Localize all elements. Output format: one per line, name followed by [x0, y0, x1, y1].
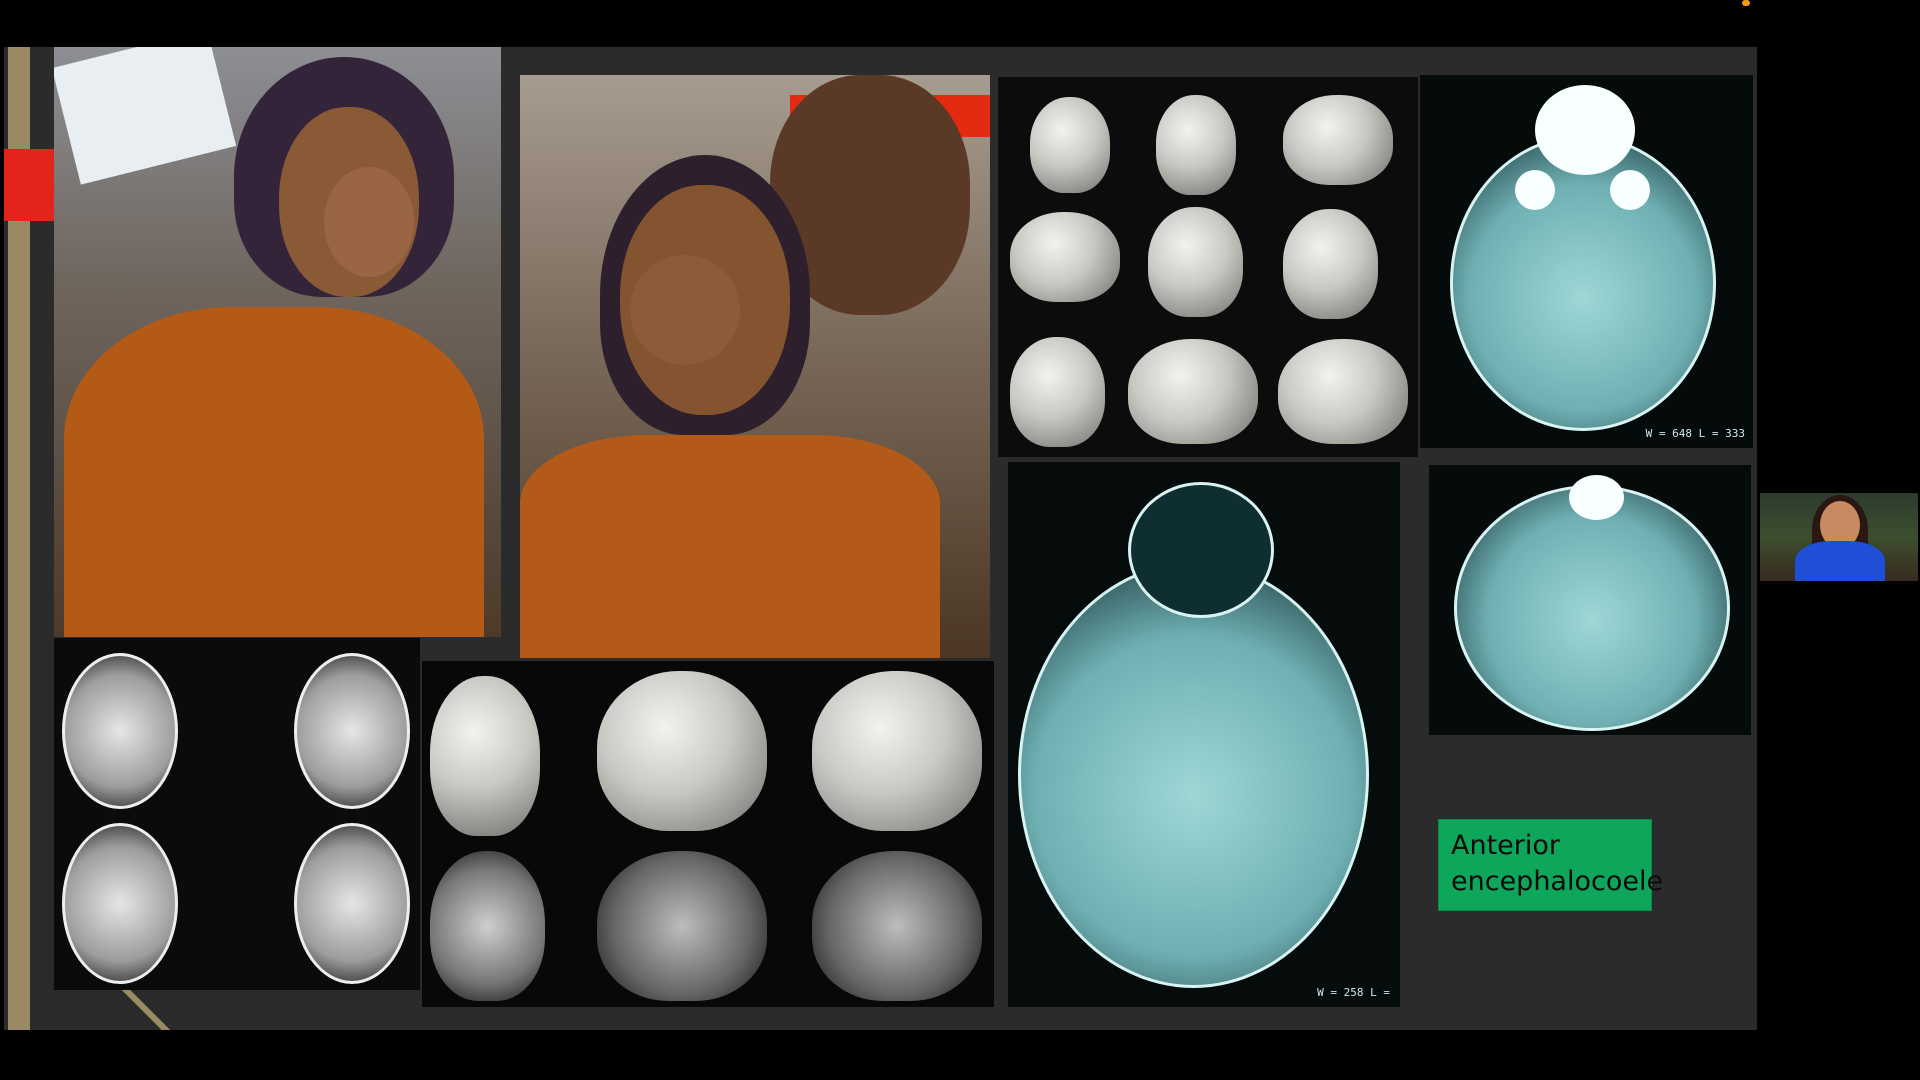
caption-line-2: encephalocoele	[1451, 866, 1664, 897]
skull-render	[1283, 209, 1378, 319]
caption-line-1: Anterior	[1451, 830, 1561, 861]
brain-axial	[1018, 562, 1369, 988]
brain-axial	[62, 823, 178, 984]
mri-axial-large: W = 258 L =	[1008, 462, 1400, 1007]
orbit	[1515, 170, 1555, 210]
presentation-slide: W = 648 L = 333 W = 258 L = Anterior enc…	[4, 47, 1757, 1030]
brain-axial	[62, 653, 178, 809]
skull-render	[812, 851, 982, 1001]
brain-axial	[294, 653, 410, 809]
skull-render	[1278, 339, 1408, 444]
mri-axial-top: W = 648 L = 333	[1420, 75, 1753, 448]
encephalocoele-mass	[1569, 475, 1624, 520]
child-sweater	[520, 435, 940, 658]
child-sweater	[64, 307, 484, 637]
skull-render	[430, 676, 540, 836]
patient-photo-2	[520, 75, 990, 658]
status-dot	[1742, 0, 1750, 6]
mri-axial-small	[1429, 465, 1751, 735]
skull-render	[597, 851, 767, 1001]
encephalocoele-mass	[1128, 482, 1274, 618]
ct-skull-strip	[422, 661, 994, 1007]
skull-render	[1010, 212, 1120, 302]
mri-window-level-meta: W = 258 L =	[1317, 986, 1390, 999]
brain-axial	[294, 823, 410, 984]
patient-photo-1	[54, 47, 501, 637]
presenter-webcam[interactable]	[1760, 493, 1918, 581]
skull-render	[1010, 337, 1105, 447]
facial-mass	[630, 255, 740, 365]
skull-render	[1148, 207, 1243, 317]
facial-mass	[324, 167, 414, 277]
skull-render	[430, 851, 545, 1001]
skull-render	[1030, 97, 1110, 193]
encephalocoele-mass	[1535, 85, 1635, 175]
orbit	[1610, 170, 1650, 210]
skull-render	[1156, 95, 1236, 195]
skull-render	[1128, 339, 1258, 444]
skull-render	[1283, 95, 1393, 185]
slide-diagonal-accent	[121, 985, 176, 1030]
mri-window-level-meta: W = 648 L = 333	[1645, 427, 1745, 440]
skull-render	[812, 671, 982, 831]
slide-red-tab	[4, 149, 56, 221]
skull-render	[597, 671, 767, 831]
diagnosis-caption: Anterior encephalocoele	[1438, 819, 1664, 911]
presenter-body	[1795, 541, 1885, 581]
brain-axial	[1450, 135, 1716, 431]
mri-series-grid	[54, 638, 420, 990]
brain-axial	[1454, 485, 1730, 731]
ct-3d-skull-grid	[998, 77, 1418, 457]
paper-sheet	[54, 47, 237, 185]
